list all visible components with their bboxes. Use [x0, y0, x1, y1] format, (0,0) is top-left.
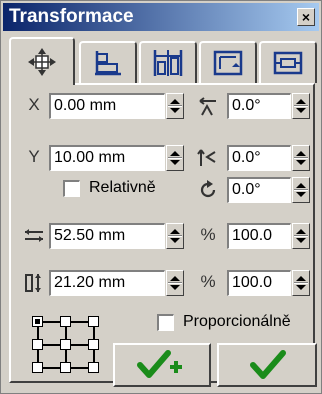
- rotate-spinner[interactable]: [292, 177, 310, 203]
- tab-distribute[interactable]: [139, 41, 197, 83]
- scale-height-field[interactable]: 100.0: [227, 270, 291, 296]
- ref-point-bottom-right[interactable]: [88, 362, 99, 373]
- apply-to-duplicate-button[interactable]: [113, 343, 211, 387]
- skew-horizontal-field[interactable]: 0.0°: [227, 93, 291, 119]
- skew-vertical-icon: [197, 149, 216, 166]
- ref-point-middle-right[interactable]: [88, 339, 99, 350]
- distribute-icon: [153, 50, 183, 76]
- skew-vertical-field[interactable]: 0.0°: [227, 145, 291, 171]
- frame-icon: [273, 51, 303, 75]
- scale-width-spinner[interactable]: [292, 223, 310, 249]
- close-button[interactable]: ×: [297, 8, 315, 26]
- width-field[interactable]: 52.50 mm: [49, 223, 165, 249]
- skew-vertical-spinner[interactable]: [292, 145, 310, 171]
- relative-checkbox[interactable]: [63, 180, 80, 197]
- transformace-window: Transformace × X 0.00 mm 0.0° Y 10.00 mm…: [0, 0, 322, 394]
- apply-button[interactable]: [217, 343, 317, 387]
- height-icon: [25, 274, 41, 292]
- move-icon: [28, 48, 56, 76]
- align-icon: [95, 51, 121, 76]
- proportional-label: Proporcionálně: [183, 313, 291, 330]
- scale-height-spinner[interactable]: [292, 270, 310, 296]
- tab-align[interactable]: [79, 41, 137, 83]
- check-plus-icon: [137, 350, 182, 378]
- ref-point-center[interactable]: [60, 339, 71, 350]
- scale-width-field[interactable]: 100.0: [227, 223, 291, 249]
- x-label: X: [28, 95, 40, 114]
- rotate-field[interactable]: 0.0°: [227, 177, 291, 203]
- scale-height-percent-label: %: [200, 272, 216, 291]
- width-spinner[interactable]: [166, 223, 184, 249]
- width-icon: [25, 229, 43, 242]
- size-icon: [213, 50, 243, 76]
- tab-frame[interactable]: [259, 41, 317, 83]
- height-spinner[interactable]: [166, 270, 184, 296]
- window-title: Transformace: [9, 6, 134, 27]
- x-position-spinner[interactable]: [166, 93, 184, 119]
- ref-point-middle-left[interactable]: [32, 339, 43, 350]
- tab-move[interactable]: [9, 37, 75, 85]
- title-bar: Transformace ×: [3, 3, 319, 31]
- skew-horizontal-spinner[interactable]: [292, 93, 310, 119]
- skew-horizontal-icon: [199, 97, 216, 116]
- ref-point-bottom-center[interactable]: [60, 362, 71, 373]
- ref-point-top-right[interactable]: [88, 316, 99, 327]
- scale-width-percent-label: %: [200, 225, 216, 244]
- ref-point-top-center[interactable]: [60, 316, 71, 327]
- y-position-spinner[interactable]: [166, 145, 184, 171]
- x-position-field[interactable]: 0.00 mm: [49, 93, 165, 119]
- ref-point-top-left[interactable]: [32, 316, 43, 327]
- y-label: Y: [28, 147, 40, 166]
- relative-label: Relativně: [89, 179, 156, 196]
- height-field[interactable]: 21.20 mm: [49, 270, 165, 296]
- check-icon: [250, 350, 286, 379]
- rotate-icon: [200, 180, 216, 198]
- y-position-field[interactable]: 10.00 mm: [49, 145, 165, 171]
- tab-size[interactable]: [199, 41, 257, 83]
- proportional-checkbox[interactable]: [157, 314, 174, 331]
- ref-point-bottom-left[interactable]: [32, 362, 43, 373]
